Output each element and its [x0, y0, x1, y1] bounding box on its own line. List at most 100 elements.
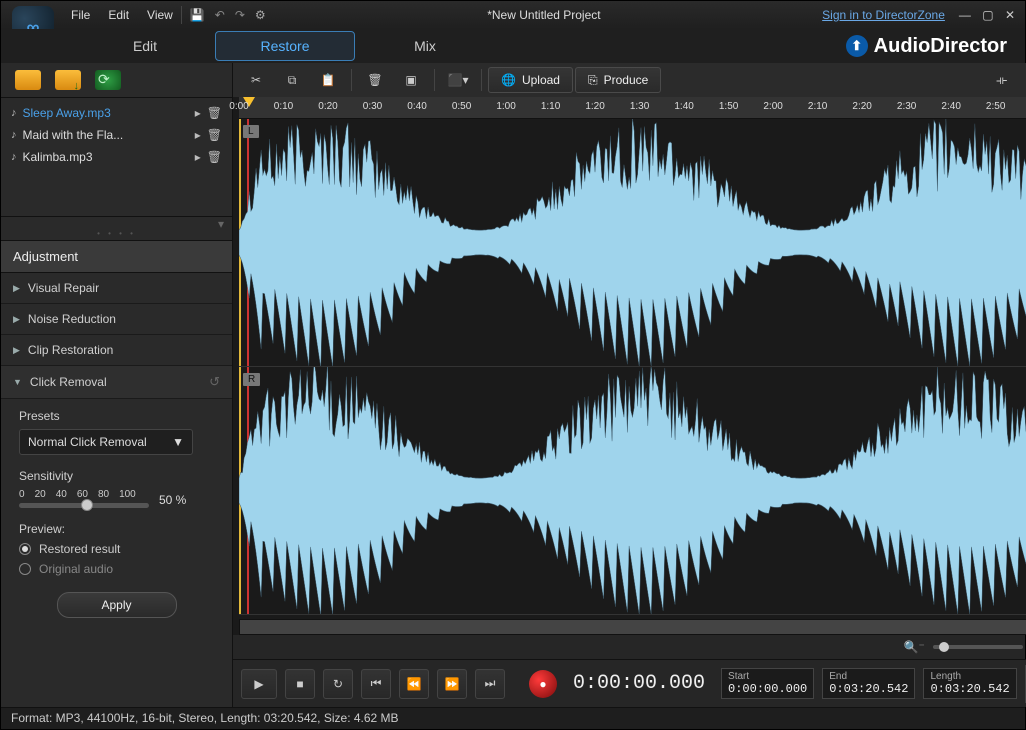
main-area: ♪ Sleep Away.mp3 ▸ 🗑 ♪ Maid with the Fla… — [1, 63, 1025, 707]
adjust-item-label: Clip Restoration — [28, 343, 113, 357]
horizontal-scrollbar[interactable]: ◂ ▸ — [239, 619, 1026, 635]
import-folder-icon[interactable] — [55, 70, 81, 90]
play-file-icon[interactable]: ▸ — [195, 106, 201, 120]
label: Length — [930, 671, 1009, 682]
scrollbar-thumb[interactable] — [240, 620, 1026, 634]
chevron-right-icon: ▶ — [13, 314, 20, 325]
delete-icon[interactable]: 🗑 — [358, 67, 392, 93]
ruler-tick: 2:50 — [986, 101, 1005, 112]
adjust-clip-restoration[interactable]: ▶Clip Restoration — [1, 335, 232, 366]
sensitivity-slider[interactable]: 0 20 40 60 80 100 — [19, 489, 149, 510]
delete-file-icon[interactable]: 🗑 — [207, 128, 222, 142]
redo-icon[interactable]: ↷ — [235, 8, 245, 22]
music-note-icon: ♪ — [11, 107, 17, 119]
radio-original-audio[interactable]: Original audio — [19, 562, 214, 576]
chevron-down-icon: ▼ — [172, 435, 184, 449]
skip-start-button[interactable]: ⏮ — [361, 669, 391, 699]
open-folder-icon[interactable] — [15, 70, 41, 90]
cut-icon[interactable]: ✂ — [239, 67, 273, 93]
tab-restore[interactable]: Restore — [215, 31, 355, 61]
upload-brand-icon: ⬆ — [846, 35, 868, 57]
play-file-icon[interactable]: ▸ — [195, 150, 201, 164]
ruler-tick: 2:40 — [941, 101, 960, 112]
zoom-slider[interactable] — [933, 645, 1023, 649]
delete-file-icon[interactable]: 🗑 — [207, 150, 222, 164]
value: 0:00:00.000 — [728, 682, 807, 696]
time-ruler[interactable]: 0:000:100:200:300:400:501:001:101:201:30… — [239, 97, 1026, 119]
marker-dropdown-icon[interactable]: ⬛▾ — [441, 67, 475, 93]
minimize-icon[interactable]: — — [955, 8, 975, 22]
skip-end-button[interactable]: ⏭ — [475, 669, 505, 699]
click-removal-panel: Presets Normal Click Removal ▼ Sensitivi… — [1, 399, 232, 628]
chevron-right-icon: ▶ — [13, 283, 20, 294]
adjust-noise-reduction[interactable]: ▶Noise Reduction — [1, 304, 232, 335]
reset-icon[interactable]: ↺ — [209, 374, 220, 390]
channel-left: L — [239, 119, 1026, 367]
rewind-button[interactable]: ⏪ — [399, 669, 429, 699]
label: Start — [728, 671, 807, 682]
menu-view[interactable]: View — [147, 8, 173, 22]
tab-mix[interactable]: Mix — [355, 32, 495, 60]
apply-button[interactable]: Apply — [57, 592, 177, 618]
save-icon[interactable]: 💾 — [190, 8, 205, 22]
radio-restored-result[interactable]: Restored result — [19, 542, 214, 556]
title-bar: ∞ File Edit View 💾 ↶ ↷ ⚙ *New Untitled P… — [1, 1, 1025, 29]
button-label: Upload — [522, 73, 560, 87]
presets-label: Presets — [19, 409, 214, 423]
separator — [351, 69, 352, 91]
file-row[interactable]: ♪ Sleep Away.mp3 ▸ 🗑 — [1, 102, 232, 124]
file-row[interactable]: ♪ Maid with the Fla... ▸ 🗑 — [1, 124, 232, 146]
adjust-visual-repair[interactable]: ▶Visual Repair — [1, 273, 232, 304]
divider — [181, 6, 182, 24]
upload-button[interactable]: 🌐Upload — [488, 67, 573, 93]
loop-button[interactable]: ↻ — [323, 669, 353, 699]
presets-dropdown[interactable]: Normal Click Removal ▼ — [19, 429, 193, 455]
signin-link[interactable]: Sign in to DirectorZone — [822, 8, 945, 22]
close-icon[interactable]: ✕ — [1001, 8, 1019, 22]
view-spectral-icon[interactable]: ☰ — [1021, 67, 1026, 93]
stop-button[interactable]: ■ — [285, 669, 315, 699]
ruler-tick: 1:30 — [630, 101, 649, 112]
zoom-out-h-icon[interactable]: 🔍⁻ — [904, 640, 925, 654]
chevron-down-icon: ▼ — [13, 377, 22, 387]
menu-file[interactable]: File — [71, 8, 90, 22]
delete-file-icon[interactable]: 🗑 — [207, 106, 222, 120]
waveform-canvas[interactable]: L R — [239, 119, 1026, 615]
maximize-icon[interactable]: ▢ — [978, 8, 997, 22]
channel-right: R — [239, 367, 1026, 615]
settings-icon[interactable]: ⚙ — [255, 8, 266, 22]
menu-edit[interactable]: Edit — [108, 8, 129, 22]
file-list: ♪ Sleep Away.mp3 ▸ 🗑 ♪ Maid with the Fla… — [1, 97, 232, 217]
tick: 20 — [35, 489, 46, 500]
sensitivity-value: 50 % — [159, 493, 186, 507]
transport-bar: ▶ ■ ↻ ⏮ ⏪ ⏩ ⏭ ● 0:00:00.000 Start0:00:00… — [233, 659, 1026, 707]
brand-label: ⬆ AudioDirector — [846, 35, 1007, 58]
time-end-box: End0:03:20.542 — [822, 668, 915, 699]
paste-icon[interactable]: 📋 — [311, 67, 345, 93]
slider-thumb[interactable] — [81, 499, 93, 511]
tab-edit[interactable]: Edit — [75, 32, 215, 60]
download-media-icon[interactable] — [95, 70, 121, 90]
copy-icon[interactable]: ⧉ — [275, 67, 309, 93]
crop-icon[interactable]: ▣ — [394, 67, 428, 93]
play-file-icon[interactable]: ▸ — [195, 128, 201, 142]
panel-resize-handle[interactable]: • • • • — [1, 227, 232, 240]
file-row[interactable]: ♪ Kalimba.mp3 ▸ 🗑 — [1, 146, 232, 168]
timeline-area: 0:000:100:200:300:400:501:001:101:201:30… — [233, 97, 1026, 635]
record-button[interactable]: ● — [529, 670, 557, 698]
window-controls: — ▢ ✕ — [955, 8, 1019, 22]
filelist-scroll-down[interactable]: ▾ — [1, 217, 232, 227]
ruler-tick: 1:50 — [719, 101, 738, 112]
view-waveform-icon[interactable]: ⟛ — [985, 67, 1019, 93]
adjust-click-removal[interactable]: ▼Click Removal↺ — [1, 366, 232, 399]
undo-icon[interactable]: ↶ — [215, 8, 225, 22]
edit-toolbar: ✂ ⧉ 📋 🗑 ▣ ⬛▾ 🌐Upload ⎘Produce ⟛ ☰ ∿ ◢ — [233, 63, 1026, 97]
forward-button[interactable]: ⏩ — [437, 669, 467, 699]
time-start-box: Start0:00:00.000 — [721, 668, 814, 699]
quick-toolbar: 💾 ↶ ↷ ⚙ — [190, 8, 266, 22]
tick: 80 — [98, 489, 109, 500]
produce-button[interactable]: ⎘Produce — [575, 67, 661, 93]
play-button[interactable]: ▶ — [241, 669, 277, 699]
radio-icon — [19, 543, 31, 555]
radio-label: Original audio — [39, 562, 113, 576]
